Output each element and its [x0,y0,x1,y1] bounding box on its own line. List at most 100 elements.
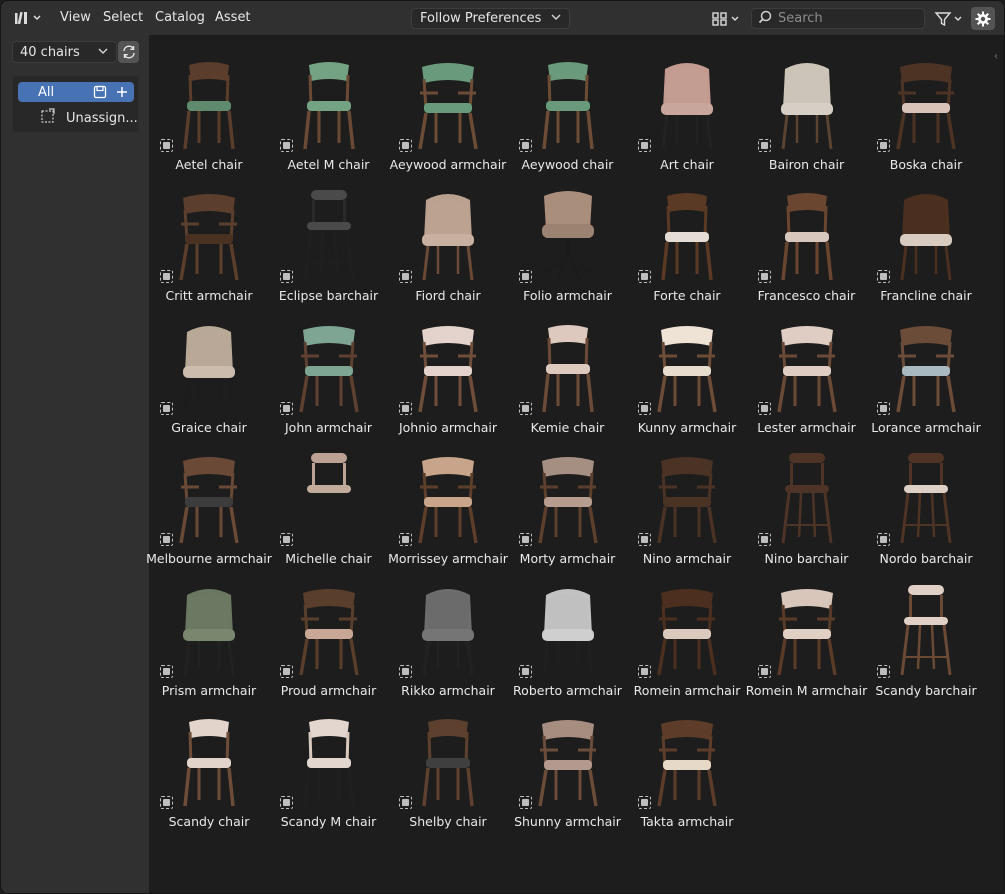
chair-thumbnail[interactable] [637,184,737,284]
asset-tile[interactable]: Prism armchair [151,575,267,699]
asset-tile[interactable]: Critt armchair [151,180,267,304]
asset-tile[interactable]: Rikko armchair [390,575,506,699]
chair-thumbnail[interactable] [279,579,379,679]
sidebar-toggle-icon[interactable]: ‹ [994,51,998,62]
asset-tile[interactable]: Lorance armchair [868,312,984,436]
chair-thumbnail[interactable] [159,184,259,284]
refresh-library-button[interactable] [118,41,139,63]
asset-select-checkbox[interactable] [279,401,293,415]
asset-tile[interactable]: Nino barchair [749,443,865,567]
asset-tile[interactable]: Aeywood armchair [390,49,506,173]
menu-asset[interactable]: Asset [215,8,251,27]
chair-thumbnail[interactable] [518,710,618,810]
chair-thumbnail[interactable] [876,316,976,416]
asset-tile[interactable]: Michelle chair [271,443,387,567]
chair-thumbnail[interactable] [159,316,259,416]
asset-select-checkbox[interactable] [279,270,293,284]
asset-tile[interactable]: Aetel M chair [271,49,387,173]
chair-thumbnail[interactable] [159,53,259,153]
asset-tile[interactable]: Aetel chair [151,49,267,173]
asset-tile[interactable]: Morrissey armchair [388,443,508,567]
asset-select-checkbox[interactable] [877,401,890,415]
settings-button[interactable] [971,7,995,30]
asset-select-checkbox[interactable] [279,139,293,152]
chair-thumbnail[interactable] [279,184,379,284]
asset-tile[interactable]: Aeywood chair [510,49,626,173]
search-box[interactable] [751,8,925,29]
asset-select-checkbox[interactable] [638,401,651,415]
asset-tile[interactable]: Proud armchair [271,575,387,699]
chair-thumbnail[interactable] [637,53,737,153]
asset-select-checkbox[interactable] [160,533,173,547]
asset-select-checkbox[interactable] [160,796,173,809]
chair-thumbnail[interactable] [159,710,259,810]
asset-select-checkbox[interactable] [399,139,412,152]
asset-tile[interactable]: Folio armchair [510,180,626,304]
chair-thumbnail[interactable] [757,447,857,547]
chair-thumbnail[interactable] [637,710,737,810]
asset-select-checkbox[interactable] [877,533,890,547]
asset-select-checkbox[interactable] [877,664,890,678]
chair-thumbnail[interactable] [876,53,976,153]
asset-tile[interactable]: Shunny armchair [510,706,626,830]
asset-library-dropdown[interactable]: 40 chairs [12,41,117,63]
asset-tile[interactable]: Scandy barchair [868,575,984,699]
asset-select-checkbox[interactable] [638,533,651,547]
editor-type-selector[interactable] [11,7,45,29]
asset-tile[interactable]: Kunny armchair [629,312,745,436]
chair-thumbnail[interactable] [637,447,737,547]
chair-thumbnail[interactable] [279,710,379,810]
asset-select-checkbox[interactable] [160,664,173,678]
asset-select-checkbox[interactable] [160,401,173,415]
asset-tile[interactable]: Boska chair [868,49,984,173]
chair-thumbnail[interactable] [637,579,737,679]
chair-thumbnail[interactable] [398,53,498,153]
asset-select-checkbox[interactable] [399,270,412,284]
menu-select[interactable]: Select [103,8,143,27]
asset-tile[interactable]: Johnio armchair [390,312,506,436]
asset-tile[interactable]: Nino armchair [629,443,745,567]
asset-select-checkbox[interactable] [638,664,651,678]
chair-thumbnail[interactable] [279,447,379,547]
asset-select-checkbox[interactable] [399,796,412,809]
asset-tile[interactable]: Kemie chair [510,312,626,436]
chair-thumbnail[interactable] [876,447,976,547]
chair-thumbnail[interactable] [757,184,857,284]
asset-select-checkbox[interactable] [160,270,173,284]
search-input[interactable] [778,11,918,26]
filter-button[interactable] [931,8,967,29]
catalog-item-all[interactable]: All [18,82,134,102]
display-mode-button[interactable] [708,8,744,29]
chair-thumbnail[interactable] [757,316,857,416]
asset-tile[interactable]: Fiord chair [390,180,506,304]
chair-thumbnail[interactable] [398,447,498,547]
chair-thumbnail[interactable] [398,710,498,810]
save-catalogs-icon[interactable] [92,84,108,100]
asset-tile[interactable]: Shelby chair [390,706,506,830]
catalog-item-unassigned[interactable]: Unassign... [40,108,138,128]
asset-select-checkbox[interactable] [518,270,532,284]
asset-tile[interactable]: Romein M armchair [746,575,867,699]
import-method-dropdown[interactable]: Follow Preferences [411,8,570,29]
asset-select-checkbox[interactable] [638,270,651,284]
asset-tile[interactable]: Graice chair [151,312,267,436]
asset-select-checkbox[interactable] [279,796,293,809]
chair-thumbnail[interactable] [518,316,618,416]
asset-select-checkbox[interactable] [518,139,532,152]
asset-tile[interactable]: Art chair [629,49,745,173]
chair-thumbnail[interactable] [876,579,976,679]
asset-tile[interactable]: Nordo barchair [868,443,984,567]
asset-select-checkbox[interactable] [638,139,651,152]
asset-tile[interactable]: Lester armchair [749,312,865,436]
asset-tile[interactable]: Roberto armchair [510,575,626,699]
asset-select-checkbox[interactable] [518,664,532,678]
chair-thumbnail[interactable] [159,579,259,679]
asset-tile[interactable]: John armchair [271,312,387,436]
chair-thumbnail[interactable] [757,53,857,153]
menu-view[interactable]: View [60,8,91,27]
asset-select-checkbox[interactable] [518,533,532,547]
asset-select-checkbox[interactable] [877,270,890,284]
menu-catalog[interactable]: Catalog [155,8,205,27]
chair-thumbnail[interactable] [159,447,259,547]
asset-tile[interactable]: Scandy M chair [271,706,387,830]
